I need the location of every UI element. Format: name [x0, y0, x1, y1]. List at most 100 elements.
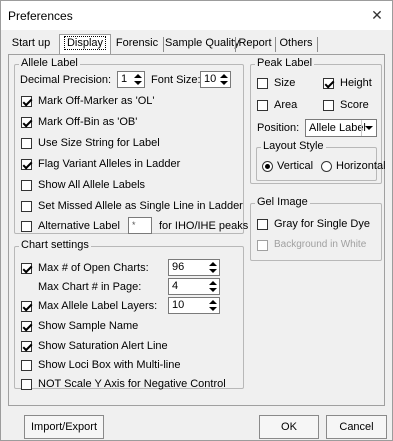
not-scale-y-axis-label: NOT Scale Y Axis for Negative Control [38, 378, 226, 390]
show-sample-name-checkbox[interactable] [21, 321, 32, 332]
peak-label-group: Peak Label Size Height Area Score Positi… [250, 57, 386, 184]
tab-display[interactable]: Display [59, 34, 111, 54]
background-white-checkbox [257, 240, 268, 251]
spinner-arrows-icon[interactable] [207, 260, 219, 275]
close-icon[interactable]: ✕ [368, 6, 386, 24]
max-allele-layers-value: 10 [172, 299, 185, 311]
cancel-button[interactable]: Cancel [326, 415, 387, 439]
mark-off-bin-checkbox[interactable] [21, 117, 32, 128]
max-open-charts-spinner[interactable]: 96 [168, 259, 220, 276]
size-label: Size [274, 77, 296, 89]
tab-sample-quality[interactable]: Sample Quality [165, 35, 240, 54]
vertical-radio[interactable] [262, 161, 273, 172]
alternative-label-row: Alternative Label * for IHO/IHE peaks [21, 217, 248, 234]
alternative-label-checkbox[interactable] [21, 221, 32, 232]
max-allele-layers-spinner[interactable]: 10 [168, 297, 220, 314]
decimal-precision-row: Decimal Precision: 1 Font Size: 10 [20, 71, 240, 88]
mark-off-marker-label: Mark Off-Marker as 'OL' [38, 95, 155, 107]
tab-separator [275, 37, 276, 52]
peak-label-group-title: Peak Label [255, 57, 315, 69]
gel-image-group: Gel Image Gray for Single Dye Background… [250, 196, 382, 261]
set-missed-allele-label: Set Missed Allele as Single Line in Ladd… [38, 200, 243, 212]
max-open-charts-label: Max # of Open Charts: [38, 262, 149, 274]
mark-off-bin-label: Mark Off-Bin as 'OB' [38, 116, 138, 128]
layout-style-group: Layout Style Vertical Horizontal [256, 140, 386, 181]
mark-off-marker-checkbox[interactable] [21, 96, 32, 107]
tab-others-label: Others [279, 37, 313, 49]
height-checkbox[interactable] [323, 78, 334, 89]
flag-variant-alleles-checkbox[interactable] [21, 159, 32, 170]
position-row: Position: Allele Label [257, 119, 379, 137]
max-chart-in-page-value: 4 [172, 280, 179, 292]
chevron-down-icon[interactable] [361, 120, 376, 136]
tab-separator [163, 37, 164, 52]
flag-variant-alleles-label: Flag Variant Alleles in Ladder [38, 158, 181, 170]
position-select-value: Allele Label [309, 122, 366, 134]
set-missed-allele-checkbox[interactable] [21, 201, 32, 212]
size-checkbox[interactable] [257, 78, 268, 89]
tab-others[interactable]: Others [277, 35, 315, 54]
font-size-label: Font Size: [151, 74, 201, 86]
score-label: Score [340, 99, 369, 111]
height-label: Height [340, 77, 372, 89]
tab-sample-quality-label: Sample Quality [165, 37, 240, 49]
font-size-spinner[interactable]: 10 [200, 71, 231, 88]
import-export-button[interactable]: Import/Export [24, 415, 104, 439]
font-size-value: 10 [204, 73, 217, 85]
position-label: Position: [257, 122, 300, 134]
tab-separator [317, 37, 318, 52]
allele-label-group-title: Allele Label [19, 57, 80, 69]
max-open-charts-value: 96 [172, 261, 185, 273]
decimal-precision-value: 1 [121, 73, 128, 85]
show-sample-name-label: Show Sample Name [38, 320, 139, 332]
tab-start-up-label: Start up [11, 37, 51, 49]
preferences-window: Preferences ✕ Start up Display Forensic … [0, 0, 393, 441]
allele-label-group: Allele Label Decimal Precision: 1 Font S… [14, 57, 248, 234]
show-saturation-alert-label: Show Saturation Alert Line [38, 340, 168, 352]
tab-strip: Start up Display Forensic Sample Quality… [1, 34, 392, 55]
use-size-string-checkbox[interactable] [21, 138, 32, 149]
gel-image-group-title: Gel Image [255, 196, 310, 208]
position-select[interactable]: Allele Label [305, 119, 377, 137]
show-loci-box-label: Show Loci Box with Multi-line [38, 359, 181, 371]
show-loci-box-checkbox[interactable] [21, 360, 32, 371]
spinner-arrows-icon[interactable] [218, 72, 230, 87]
max-open-charts-checkbox[interactable] [21, 263, 32, 274]
show-saturation-alert-checkbox[interactable] [21, 341, 32, 352]
area-label: Area [274, 99, 298, 111]
title-bar: Preferences ✕ [1, 1, 392, 30]
area-checkbox[interactable] [257, 100, 268, 111]
alternative-label-label: Alternative Label [38, 220, 120, 232]
window-title: Preferences [8, 9, 73, 23]
ok-button[interactable]: OK [259, 415, 319, 439]
display-tab-panel: Allele Label Decimal Precision: 1 Font S… [8, 54, 386, 406]
alternative-label-input[interactable]: * [128, 217, 152, 234]
gray-single-dye-label: Gray for Single Dye [274, 218, 370, 230]
spinner-arrows-icon[interactable] [132, 72, 144, 87]
not-scale-y-axis-checkbox[interactable] [21, 379, 32, 390]
tab-forensic-label: Forensic [115, 37, 159, 49]
decimal-precision-spinner[interactable]: 1 [117, 71, 145, 88]
vertical-label: Vertical [277, 160, 314, 172]
max-chart-in-page-label: Max Chart # in Page: [38, 281, 142, 293]
tab-start-up[interactable]: Start up [8, 35, 54, 54]
max-chart-in-page-spinner[interactable]: 4 [168, 278, 220, 295]
max-allele-layers-row: Max Allele Label Layers: 10 [21, 297, 239, 314]
max-open-charts-row: Max # of Open Charts: 96 [21, 259, 239, 276]
tab-separator [235, 37, 236, 52]
horizontal-radio[interactable] [321, 161, 332, 172]
background-white-label: Background in White [274, 239, 367, 250]
chart-settings-group: Chart settings Max # of Open Charts: 96 … [14, 239, 244, 390]
show-all-allele-labels-label: Show All Allele Labels [38, 179, 146, 191]
tab-display-label: Display [63, 36, 107, 50]
spinner-arrows-icon[interactable] [207, 298, 219, 313]
score-checkbox[interactable] [323, 100, 334, 111]
max-allele-layers-checkbox[interactable] [21, 301, 32, 312]
show-all-allele-labels-checkbox[interactable] [21, 180, 32, 191]
max-allele-layers-label: Max Allele Label Layers: [38, 300, 158, 312]
tab-report[interactable]: Report [237, 35, 273, 54]
tab-forensic[interactable]: Forensic [113, 35, 161, 54]
horizontal-label: Horizontal [336, 160, 386, 172]
gray-single-dye-checkbox[interactable] [257, 219, 268, 230]
spinner-arrows-icon[interactable] [207, 279, 219, 294]
